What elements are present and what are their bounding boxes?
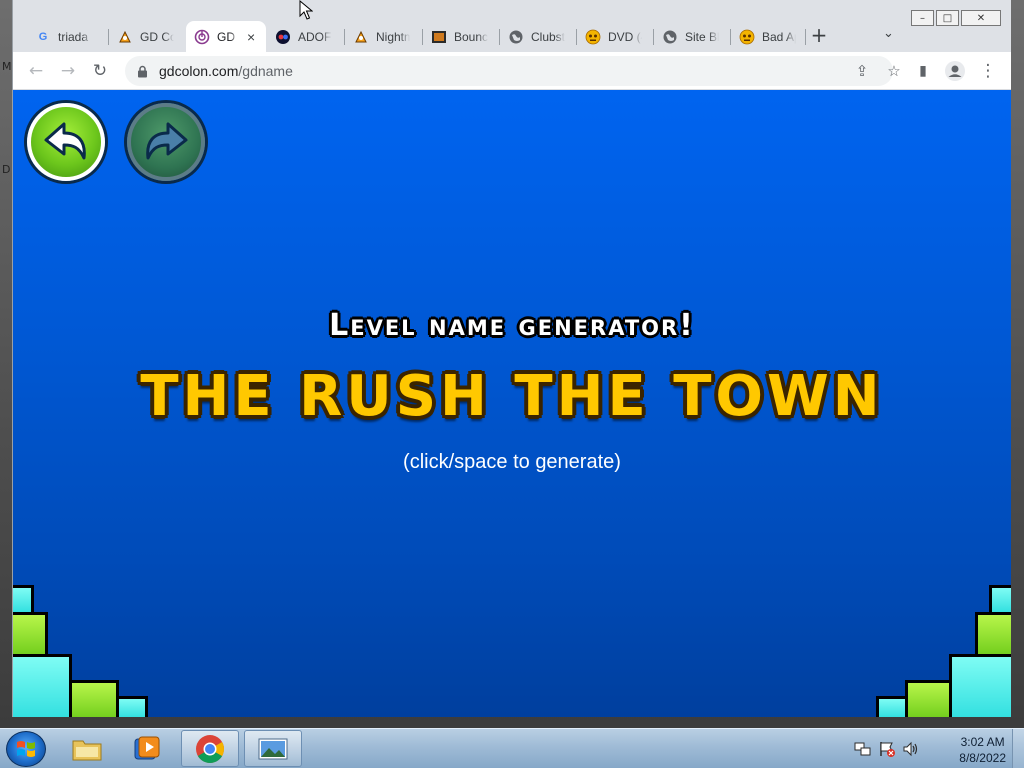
volume-icon[interactable] xyxy=(902,740,920,762)
show-desktop-button[interactable] xyxy=(1012,729,1024,768)
tab-site-blocked[interactable]: Site Bl xyxy=(654,21,730,52)
chrome-taskbar-button[interactable] xyxy=(181,730,239,767)
tab-strip: – □ ✕ G triada - GD Co GD × ADOF Nightm … xyxy=(13,0,1011,52)
tab-title: Site Bl xyxy=(685,29,719,44)
chrome-icon xyxy=(196,734,224,763)
clock-time: 3:02 AM xyxy=(960,735,1005,749)
tab-title: Nightm xyxy=(376,29,410,44)
back-button[interactable]: ← xyxy=(24,59,48,83)
lock-icon[interactable] xyxy=(135,64,149,78)
tab-gd-colon[interactable]: GD Co xyxy=(109,21,185,52)
action-center-flag-icon[interactable] xyxy=(878,740,896,762)
tab-title: GD Co xyxy=(140,29,174,44)
browser-window: – □ ✕ G triada - GD Co GD × ADOF Nightm … xyxy=(12,0,1011,717)
side-panel-button[interactable]: ▮ xyxy=(911,59,935,83)
forward-arrow-button[interactable] xyxy=(127,103,205,181)
back-arrow-button[interactable] xyxy=(27,103,105,181)
emoji-icon xyxy=(585,29,601,45)
page-content[interactable]: Level name generator! THE RUSH THE TOWN … xyxy=(13,90,1011,717)
back-arrow-icon xyxy=(44,122,86,160)
tab-adofai[interactable]: ADOF xyxy=(267,21,343,52)
file-explorer-taskbar-button[interactable] xyxy=(58,730,116,767)
gd-colon-icon xyxy=(353,29,369,45)
tab-dvd[interactable]: DVD (4 xyxy=(577,21,653,52)
url-text[interactable]: gdcolon.com/gdname xyxy=(159,63,293,79)
profile-button[interactable] xyxy=(943,59,967,83)
new-tab-button[interactable]: + xyxy=(806,24,832,48)
tab-title: Bounc xyxy=(454,29,488,44)
tab-bounce[interactable]: Bounc xyxy=(423,21,499,52)
gd-icon xyxy=(194,29,210,45)
photo-viewer-taskbar-button[interactable] xyxy=(244,730,302,767)
clock[interactable]: 3:02 AM 8/8/2022 xyxy=(959,734,1006,766)
tab-title: GD xyxy=(217,29,235,44)
generate-hint: (click/space to generate) xyxy=(403,451,621,473)
taskbar: 3:02 AM 8/8/2022 xyxy=(0,728,1024,768)
windows-logo-icon xyxy=(17,741,35,757)
tab-bad-apple[interactable]: Bad Ap xyxy=(731,21,805,52)
page-title: Level name generator! xyxy=(329,308,695,343)
adofai-icon xyxy=(275,29,291,45)
maximize-button[interactable]: □ xyxy=(936,10,959,26)
reload-button[interactable]: ↻ xyxy=(88,59,112,83)
close-button[interactable]: ✕ xyxy=(961,10,1001,26)
google-icon: G xyxy=(38,30,48,43)
window-controls: – □ ✕ xyxy=(911,10,1001,26)
desktop-icon-label: D xyxy=(2,163,11,176)
browser-menu-button[interactable]: ⋮ xyxy=(976,59,1000,83)
bounce-icon xyxy=(431,29,447,45)
share-icon[interactable]: ⇪ xyxy=(853,62,871,80)
desktop-icon-label: M xyxy=(2,60,12,73)
tab-nightmare[interactable]: Nightm xyxy=(345,21,421,52)
media-player-icon xyxy=(134,736,160,759)
gd-colon-icon xyxy=(117,29,133,45)
network-icon[interactable] xyxy=(854,740,872,762)
forward-button[interactable]: → xyxy=(56,59,80,83)
clock-date: 8/8/2022 xyxy=(959,751,1006,765)
generated-level-name[interactable]: THE RUSH THE TOWN xyxy=(13,364,1011,429)
tab-title: Bad Ap xyxy=(762,29,796,44)
tab-title: DVD (4 xyxy=(608,29,642,44)
system-tray: 3:02 AM 8/8/2022 xyxy=(854,729,1024,768)
tab-gd-active[interactable]: GD × xyxy=(186,21,266,52)
forward-arrow-icon xyxy=(146,122,188,160)
photo-viewer-icon xyxy=(258,738,288,759)
minimize-button[interactable]: – xyxy=(911,10,934,26)
tab-title: Clubst xyxy=(531,29,565,44)
globe-icon xyxy=(508,29,524,45)
mouse-cursor-icon xyxy=(299,0,313,20)
tab-clubstep[interactable]: Clubst xyxy=(500,21,576,52)
start-button[interactable] xyxy=(6,731,46,767)
tab-title: triada - xyxy=(58,29,92,44)
globe-icon xyxy=(662,29,678,45)
tab-search-button[interactable]: ⌄ xyxy=(883,26,894,41)
close-tab-icon[interactable]: × xyxy=(247,29,255,45)
tab-title: ADOF xyxy=(298,29,332,44)
media-player-taskbar-button[interactable] xyxy=(118,730,176,767)
folder-icon xyxy=(72,740,102,760)
bookmark-star-icon[interactable]: ☆ xyxy=(885,62,903,80)
emoji-icon xyxy=(739,29,755,45)
tab-triada[interactable]: G triada - xyxy=(27,21,107,52)
address-bar[interactable]: gdcolon.com/gdname ⇪ ☆ xyxy=(125,56,901,86)
browser-toolbar: ← → ↻ gdcolon.com/gdname ⇪ ☆ ▮ ⋮ xyxy=(13,52,1011,90)
